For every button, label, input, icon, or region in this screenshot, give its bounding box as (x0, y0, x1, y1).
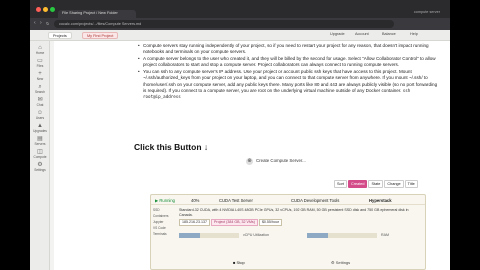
sidebar-item-settings[interactable]: ⚙ Settings (30, 162, 50, 172)
ram-gauge (307, 233, 377, 238)
compute-server-card: ▶ Running 40% CUDA Test Server CUDA Deve… (150, 194, 426, 270)
close-window-dot[interactable] (36, 7, 41, 12)
settings-label: Settings (335, 260, 351, 265)
sidebar-item-label: Files (36, 64, 44, 68)
sort-title[interactable]: Title (404, 180, 418, 188)
topbar-balance[interactable]: Balance (382, 32, 396, 36)
forward-icon[interactable]: › (40, 20, 42, 26)
info-bullets: Compute servers stay running independent… (138, 43, 438, 101)
create-button-label: Create Compute Server... (256, 158, 306, 163)
browser-tab-right: compute server (413, 10, 440, 14)
server-card-header: ▶ Running 40% CUDA Test Server CUDA Deve… (151, 195, 425, 205)
sidebar-item-label: Settings (34, 168, 46, 172)
bullet-billing: A compute server belongs to the user who… (138, 56, 438, 68)
cpu-gauge (179, 233, 239, 238)
server-spec: Standard-32 CUDA, with 4 NVIDIA L40S 48G… (179, 208, 409, 217)
sidebar-item-chat[interactable]: ✉ Chat (30, 97, 50, 107)
cocalc-app: Projects My First Project Upgrade Accoun… (30, 30, 450, 270)
stop-server-button[interactable]: ■ Stop (233, 260, 245, 265)
hyperstack-badge: Hyperstack (369, 197, 392, 203)
create-compute-server-button[interactable]: ⊕ Create Compute Server... (244, 156, 311, 166)
minimize-window-dot[interactable] (43, 7, 48, 12)
ip-address-chip[interactable]: 185.216.23.137 (179, 219, 210, 226)
projects-tab[interactable]: Projects (48, 32, 72, 39)
server-name[interactable]: CUDA Test Server (219, 198, 253, 203)
back-icon[interactable]: ‹ (34, 20, 36, 26)
document-content: Compute servers stay running independent… (54, 41, 450, 270)
bullet-ssh: You can ssh to any compute server's IP a… (138, 69, 438, 99)
project-file-tab[interactable]: My First Project (82, 32, 119, 39)
sidebar-item-label: Chat (36, 103, 44, 107)
browser-tab-bar: File Sharing Project / New Folder comput… (30, 0, 450, 18)
reload-icon[interactable]: ↻ (46, 21, 49, 26)
server-side-links: SSD Containers Jupyter VS Code Terminals (153, 207, 175, 237)
sort-state[interactable]: State (368, 180, 384, 188)
sidebar-item-search[interactable]: ⌕ Search (30, 84, 50, 94)
sort-label: Sort (334, 180, 347, 188)
address-bar-row: ‹ › ↻ cocalc.com/projects/.../files/Comp… (30, 18, 450, 30)
server-settings-button[interactable]: ⚙ Settings (331, 260, 350, 265)
sidebar-item-compute[interactable]: ◫ Compute (30, 149, 50, 159)
sidebar-item-upgrades[interactable]: ▲ Upgrades (30, 123, 50, 133)
cpu-gauge-fill (179, 233, 200, 238)
sidebar-item-label: New (36, 77, 44, 81)
sidebar-item-label: Search (34, 90, 46, 94)
server-chips: 185.216.23.137 Project (384 GB, 32 VMs) … (179, 219, 419, 226)
sidebar-item-label: Home (35, 51, 45, 55)
browser-tab[interactable]: File Sharing Project / New Folder (58, 10, 136, 18)
sidebar-item-servers[interactable]: ▤ Servers (30, 136, 50, 146)
url-input[interactable]: cocalc.com/projects/.../files/Compute Se… (54, 20, 394, 28)
bullet-independent: Compute servers stay running independent… (138, 43, 438, 55)
bullet-ssh-text: You can ssh to any compute server's IP a… (143, 69, 438, 93)
app-topbar: Projects My First Project Upgrade Accoun… (30, 30, 450, 41)
sidebar-item-files[interactable]: ▭ Files (30, 58, 50, 68)
server-description: Standard-32 CUDA, with 4 NVIDIA L40S 48G… (179, 208, 419, 226)
sidebar-item-home[interactable]: ⌂ Home (30, 45, 50, 55)
project-sidebar: ⌂ Home ▭ Files + New ⌕ Search ✉ Chat ☺ Users ▲… (30, 41, 50, 270)
zoom-window-dot[interactable] (50, 7, 55, 12)
topbar-upgrade[interactable]: Upgrade (330, 32, 345, 36)
server-image[interactable]: CUDA Development Tools (291, 198, 339, 203)
sidebar-item-label: Servers (34, 142, 46, 146)
project-chip[interactable]: Project (384 GB, 32 VMs) (210, 219, 258, 226)
sort-change[interactable]: Change (384, 180, 404, 188)
cpu-gauge-label: vCPU Utilization (243, 233, 269, 237)
server-percent: 40% (191, 197, 200, 203)
server-state[interactable]: ▶ Running (155, 198, 175, 203)
cost-chip: $0.55/hour (258, 219, 283, 226)
side-link-terminals[interactable]: Terminals (153, 231, 175, 237)
tab-title: File Sharing Project / New Folder (62, 11, 118, 15)
topbar-help[interactable]: Help (410, 32, 418, 36)
sidebar-item-label: Users (35, 116, 45, 120)
sidebar-item-label: Upgrades (33, 129, 47, 133)
server-state-label: Running (159, 197, 175, 203)
sidebar-item-label: Compute (33, 155, 47, 159)
browser-frame: File Sharing Project / New Folder comput… (30, 0, 450, 270)
sidebar-item-users[interactable]: ☺ Users (30, 110, 50, 120)
sort-toolbar: Sort Created State Change Title (334, 180, 419, 188)
sidebar-item-new[interactable]: + New (30, 71, 50, 81)
sort-created[interactable]: Created (347, 180, 368, 188)
ram-gauge-label: RAM (381, 233, 389, 237)
topbar-account[interactable]: Account (355, 32, 369, 36)
click-this-button-heading: Click this Button ↓ (134, 142, 209, 152)
ram-gauge-fill (307, 233, 328, 238)
stop-label: Stop (236, 260, 245, 265)
server-icon: ⊕ (246, 157, 253, 165)
